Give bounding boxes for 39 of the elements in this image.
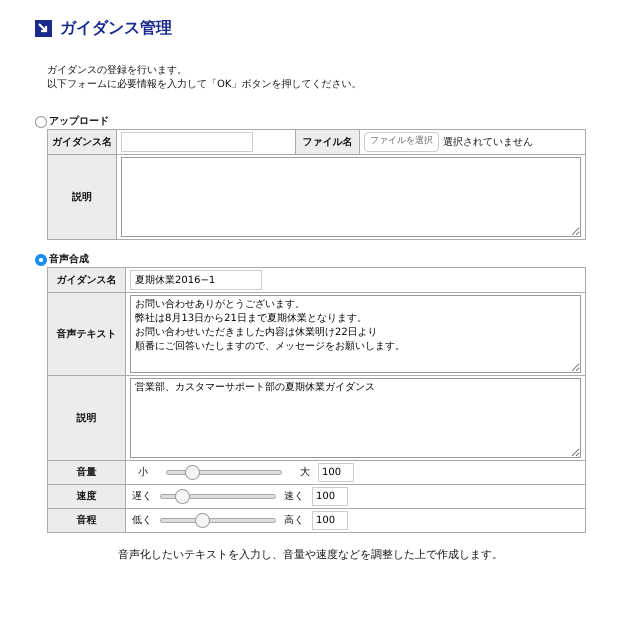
text-area-field[interactable]: お問い合わせありがとうございます。 弊社は8月13日から21日まで夏期休業となります。 お問い合わせいただきました内容は休業明け22日より 順番にご回答いたしますので、メッセージをお願いします。 <box>130 295 581 373</box>
slider-thumb[interactable] <box>175 489 190 504</box>
text-area-field[interactable] <box>121 157 581 237</box>
choose-file-button[interactable]: ファイルを選択 <box>364 132 439 152</box>
radio-label: 音声合成 <box>49 252 89 267</box>
field-label: 音量 <box>48 460 126 484</box>
field-label: 音声テキスト <box>48 292 126 376</box>
file-status: 選択されていません <box>443 136 533 150</box>
number-field[interactable]: 100 <box>312 487 348 506</box>
slider-min-label: 低く <box>132 514 152 528</box>
field-label: 説明 <box>48 154 116 240</box>
slider[interactable] <box>160 513 276 528</box>
field-label: ガイダンス名 <box>48 268 126 292</box>
text-field[interactable] <box>121 132 253 152</box>
slider-thumb[interactable] <box>194 513 210 528</box>
slider-thumb[interactable] <box>184 465 200 480</box>
field-label: ファイル名 <box>296 130 360 154</box>
number-field[interactable]: 100 <box>318 463 354 482</box>
intro-text: 以下フォームに必要情報を入力して「OK」ボタンを押してください。 <box>47 78 362 92</box>
slider-max-label: 大 <box>300 466 310 480</box>
slider-max-label: 速く <box>284 490 304 504</box>
field-label: 説明 <box>48 376 126 460</box>
slider-max-label: 高く <box>284 514 304 528</box>
text-area-field[interactable]: 営業部、カスタマーサポート部の夏期休業ガイダンス <box>130 378 581 458</box>
footer-text: 音声化したいテキストを入力し、音量や速度などを調整した上で作成します。 <box>117 547 504 563</box>
intro-text: ガイダンスの登録を行います。 <box>47 64 188 78</box>
field-label: 速度 <box>48 484 126 508</box>
slider-min-label: 遅く <box>132 490 152 504</box>
slider[interactable] <box>160 489 276 504</box>
number-field[interactable]: 100 <box>312 511 348 530</box>
slider-min-label: 小 <box>138 466 148 480</box>
radio-label: アップロード <box>49 114 109 129</box>
slider[interactable] <box>166 465 282 480</box>
field-label: 音程 <box>48 508 126 532</box>
radio-button[interactable] <box>35 116 47 128</box>
radio-button[interactable] <box>35 254 47 266</box>
page-title: ガイダンス管理 <box>60 17 172 39</box>
text-field[interactable]: 夏期休業2016−1 <box>130 270 262 290</box>
field-label: ガイダンス名 <box>48 130 116 154</box>
